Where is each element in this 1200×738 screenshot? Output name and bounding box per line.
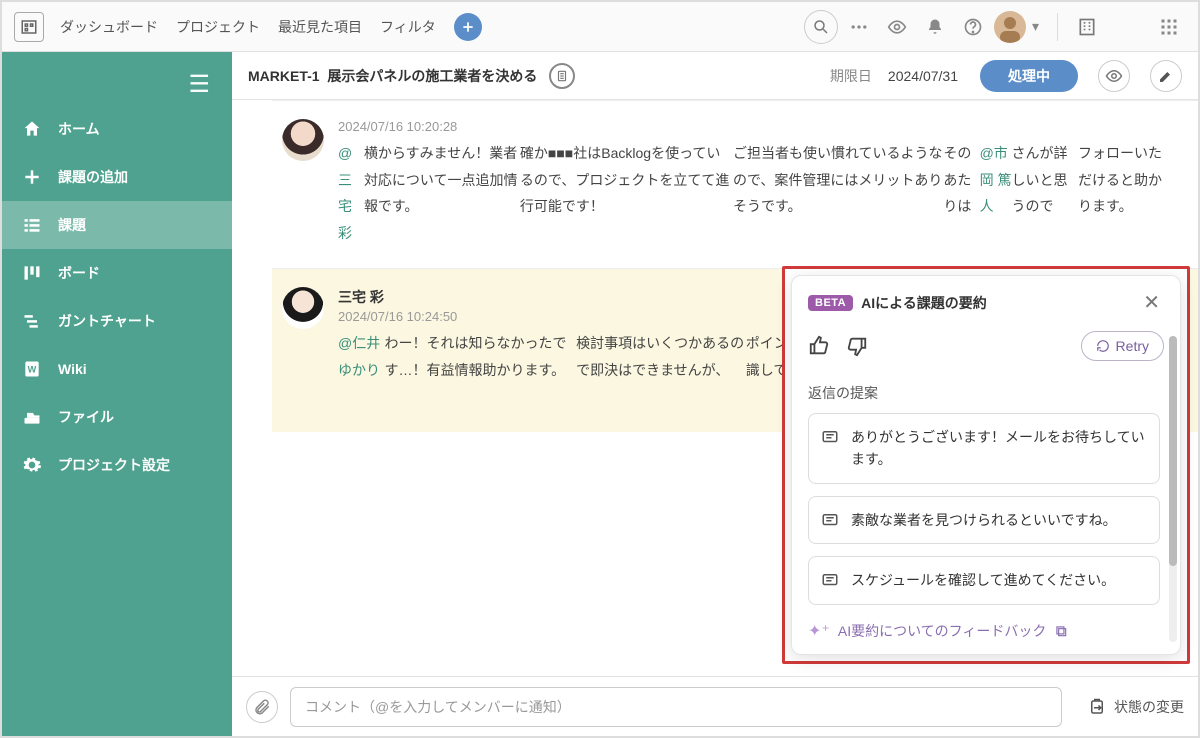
watch-issue-icon[interactable] — [1098, 60, 1130, 92]
comment-time: 2024/07/16 10:20:28 — [338, 119, 1174, 134]
board-icon — [22, 263, 44, 283]
reply-icon — [821, 428, 839, 446]
avatar-caret-icon[interactable]: ▾ — [1032, 18, 1039, 35]
due-label: 期限日 — [830, 66, 872, 86]
sidebar-item-label: ホーム — [58, 119, 100, 139]
add-button[interactable] — [454, 13, 482, 41]
ai-subheading: 返信の提案 — [808, 383, 1174, 403]
topbar: ダッシュボード プロジェクト 最近見た項目 フィルタ ▾ — [2, 2, 1198, 52]
ai-suggestion[interactable]: 素敵な業者を見つけられるといいですね。 — [808, 496, 1160, 544]
status-chip[interactable]: 処理中 — [980, 60, 1078, 92]
nav-project[interactable]: プロジェクト — [176, 17, 260, 37]
compose-bar: コメント（@を入力してメンバーに通知） 状態の変更 — [232, 676, 1198, 736]
reply-icon — [821, 571, 839, 589]
gear-icon — [22, 455, 44, 475]
app-grid-icon[interactable] — [1152, 10, 1186, 44]
sidebar-item-label: ガントチャート — [58, 311, 156, 331]
search-button[interactable] — [804, 10, 838, 44]
scrollbar[interactable] — [1169, 336, 1177, 642]
ai-panel-title: AIによる課題の要約 — [861, 293, 987, 313]
avatar[interactable] — [994, 11, 1026, 43]
sidebar-item-label: プロジェクト設定 — [58, 455, 170, 475]
status-change-button[interactable]: 状態の変更 — [1074, 697, 1184, 717]
due-date: 2024/07/31 — [888, 68, 958, 84]
wiki-icon: W — [22, 359, 44, 379]
attach-button[interactable] — [246, 691, 278, 723]
comment: 2024/07/16 10:20:28 @三宅 彩 横からすみません！業者対応に… — [272, 100, 1198, 268]
comment-body: @三宅 彩 横からすみません！業者対応について一点追加情報です。 確か■■■社は… — [338, 140, 1174, 246]
sidebar-item-gantt[interactable]: ガントチャート — [2, 297, 232, 345]
mention[interactable]: @市岡 篤人 — [980, 140, 1012, 246]
copy-icon[interactable] — [549, 63, 575, 89]
nav-dashboard[interactable]: ダッシュボード — [60, 17, 158, 37]
sidebar-toggle-icon[interactable]: ☰ — [166, 52, 232, 105]
nav-recent[interactable]: 最近見た項目 — [278, 17, 362, 37]
sidebar-item-label: ファイル — [58, 407, 114, 427]
sidebar-item-label: Wiki — [58, 361, 87, 377]
sidebar-item-home[interactable]: ホーム — [2, 105, 232, 153]
org-icon[interactable] — [1070, 10, 1104, 44]
list-icon — [22, 215, 44, 235]
sparkle-icon: ✦⁺ — [808, 621, 830, 641]
sidebar-item-label: ボード — [58, 263, 100, 283]
ai-summary-panel: BETA AIによる課題の要約 ✕ Retry 返信の提案 — [791, 275, 1181, 655]
sidebar-item-wiki[interactable]: W Wiki — [2, 345, 232, 393]
nav-filter[interactable]: フィルタ — [380, 17, 436, 37]
sidebar-item-board[interactable]: ボード — [2, 249, 232, 297]
thumbs-down-icon[interactable] — [846, 335, 868, 357]
sidebar-item-settings[interactable]: プロジェクト設定 — [2, 441, 232, 489]
retry-button[interactable]: Retry — [1081, 331, 1164, 361]
thumbs-up-icon[interactable] — [808, 335, 830, 357]
mention[interactable]: @仁井 ゆかり — [338, 330, 385, 410]
close-icon[interactable]: ✕ — [1139, 290, 1164, 315]
gantt-icon — [22, 311, 44, 331]
edit-issue-icon[interactable] — [1150, 60, 1182, 92]
bell-icon[interactable] — [918, 10, 952, 44]
top-nav: ダッシュボード プロジェクト 最近見た項目 フィルタ — [60, 17, 436, 37]
home-icon — [22, 119, 44, 139]
ai-feedback-link[interactable]: ✦⁺ AI要約についてのフィードバック — [808, 621, 1174, 641]
external-icon — [1054, 624, 1068, 638]
issue-key-title: MARKET-1 展示会パネルの施工業者を決める — [248, 66, 537, 86]
ai-summary-highlight: BETA AIによる課題の要約 ✕ Retry 返信の提案 — [782, 266, 1190, 664]
plus-icon — [22, 167, 44, 187]
reply-icon — [821, 511, 839, 529]
sidebar-item-label: 課題の追加 — [58, 167, 128, 187]
ai-suggestion[interactable]: スケジュールを確認して進めてください。 — [808, 556, 1160, 604]
ai-suggestion[interactable]: ありがとうございます！メールをお待ちしています。 — [808, 413, 1160, 484]
comment-input[interactable]: コメント（@を入力してメンバーに通知） — [290, 687, 1062, 727]
separator — [1057, 13, 1058, 41]
sidebar-item-file[interactable]: ファイル — [2, 393, 232, 441]
avatar — [282, 119, 324, 161]
project-logo[interactable] — [14, 12, 44, 42]
mention[interactable]: @三宅 彩 — [338, 140, 364, 246]
watch-icon[interactable] — [880, 10, 914, 44]
sidebar-item-issues[interactable]: 課題 — [2, 201, 232, 249]
sidebar-item-add-issue[interactable]: 課題の追加 — [2, 153, 232, 201]
more-icon[interactable] — [842, 10, 876, 44]
file-icon — [22, 407, 44, 427]
sidebar: ☰ ホーム 課題の追加 課題 — [2, 52, 232, 736]
issue-header: MARKET-1 展示会パネルの施工業者を決める 期限日 2024/07/31 … — [232, 52, 1198, 100]
avatar — [282, 287, 324, 329]
beta-badge: BETA — [808, 295, 853, 311]
svg-text:W: W — [28, 364, 37, 374]
help-icon[interactable] — [956, 10, 990, 44]
sidebar-item-label: 課題 — [58, 215, 86, 235]
